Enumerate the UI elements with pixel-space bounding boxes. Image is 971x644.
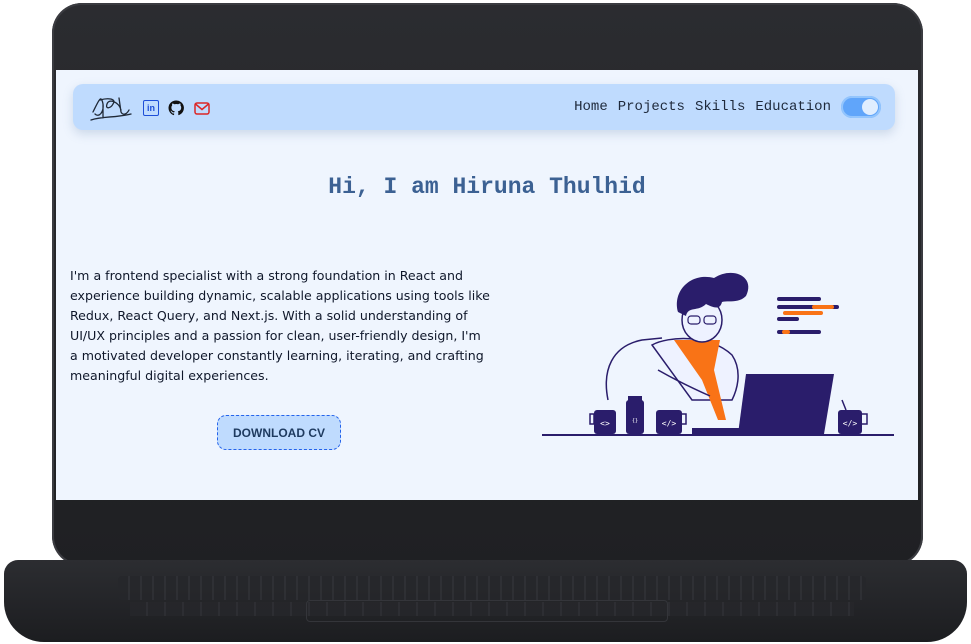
theme-toggle[interactable] (841, 96, 881, 118)
laptop-screen: in Home Projects Skills Education Hi, I … (56, 70, 918, 500)
code-lines-icon (777, 297, 839, 334)
nav-links: Home Projects Skills Education (574, 99, 831, 115)
download-cv-button[interactable]: DOWNLOAD CV (217, 415, 341, 450)
mug-icon: </> (838, 399, 868, 434)
mail-icon[interactable] (194, 100, 210, 116)
nav-link-education[interactable]: Education (755, 99, 831, 115)
svg-text:</>: </> (843, 419, 858, 428)
laptop-keyboard (118, 576, 866, 600)
nav-link-skills[interactable]: Skills (695, 99, 745, 115)
nav-link-home[interactable]: Home (574, 99, 608, 115)
linkedin-icon[interactable]: in (143, 100, 159, 116)
developer-illustration: <> {} </> </> (542, 272, 894, 436)
github-icon[interactable] (168, 100, 184, 116)
laptop-trackpad (306, 600, 668, 622)
mug-icon: </> (656, 410, 687, 434)
svg-text:<>: <> (600, 419, 610, 428)
theme-toggle-knob (862, 99, 878, 115)
mug-icon: <> (589, 410, 616, 434)
jar-icon: {} (626, 396, 644, 434)
svg-text:</>: </> (662, 419, 677, 428)
svg-text:{}: {} (632, 418, 638, 424)
hero-title: Hi, I am Hiruna Thulhid (328, 174, 646, 200)
signature-logo[interactable] (89, 90, 133, 124)
navbar: in Home Projects Skills Education (73, 84, 895, 130)
intro-paragraph: I'm a frontend specialist with a strong … (70, 268, 490, 383)
nav-link-projects[interactable]: Projects (618, 99, 685, 115)
